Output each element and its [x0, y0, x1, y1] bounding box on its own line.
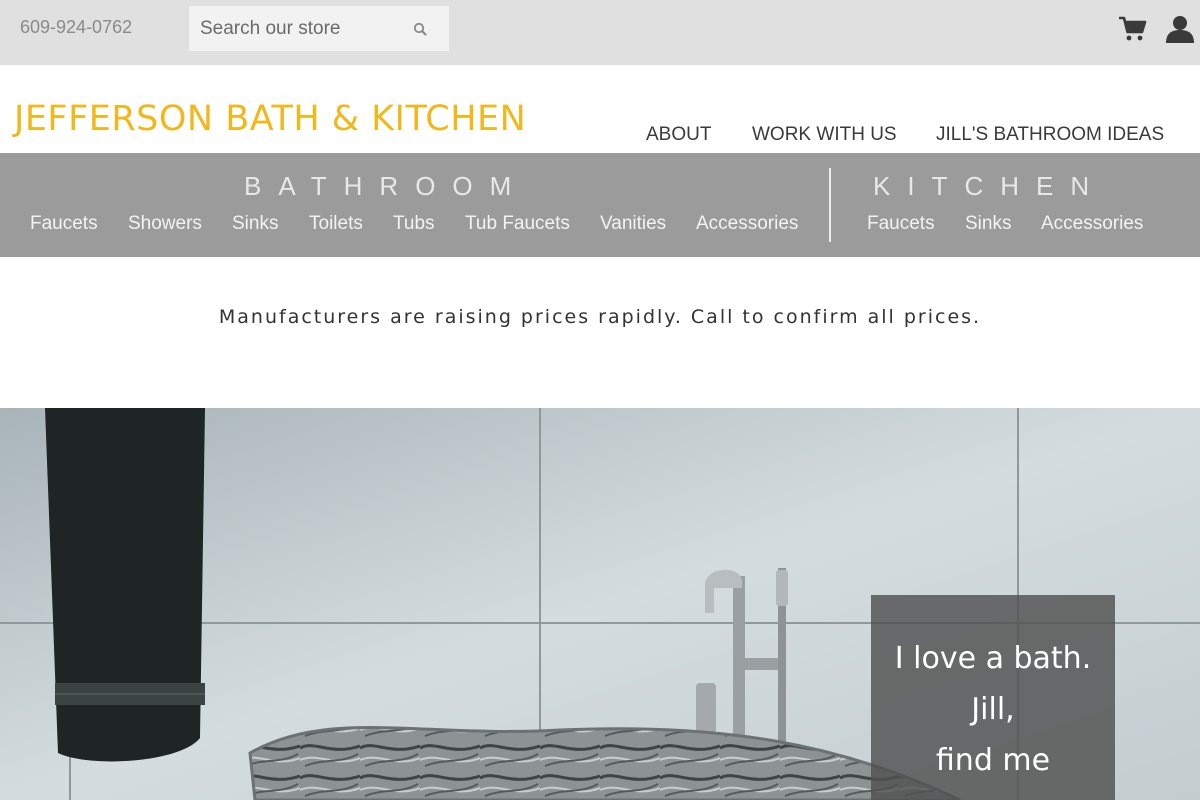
hero-banner[interactable]: I love a bath. Jill, find me: [0, 408, 1200, 800]
bathroom-link-accessories[interactable]: Accessories: [696, 213, 798, 235]
kitchen-link-accessories[interactable]: Accessories: [1041, 213, 1143, 235]
search-form: [189, 6, 449, 51]
bathroom-link-toilets[interactable]: Toilets: [309, 213, 363, 235]
hero-quote: I love a bath. Jill, find me: [871, 595, 1115, 800]
category-nav: BATHROOM Faucets Showers Sinks Toilets T…: [0, 153, 1200, 257]
phone-number[interactable]: 609-924-0762: [20, 17, 132, 38]
bathroom-heading[interactable]: BATHROOM: [244, 171, 528, 202]
kitchen-link-faucets[interactable]: Faucets: [867, 213, 935, 235]
bathroom-link-sinks[interactable]: Sinks: [232, 213, 278, 235]
nav-work-with-us[interactable]: WORK WITH US: [752, 124, 897, 146]
account-icon[interactable]: [1164, 13, 1196, 45]
search-icon[interactable]: [411, 20, 431, 40]
nav-jills-bathroom-ideas[interactable]: JILL'S BATHROOM IDEAS: [936, 124, 1164, 146]
hero-quote-line-1: I love a bath.: [894, 641, 1092, 676]
price-announcement: Manufacturers are raising prices rapidly…: [218, 306, 982, 328]
top-utility-bar: 609-924-0762: [0, 0, 1200, 65]
nav-about[interactable]: ABOUT: [646, 124, 711, 146]
bathroom-link-tubs[interactable]: Tubs: [393, 213, 435, 235]
kitchen-link-sinks[interactable]: Sinks: [965, 213, 1011, 235]
bathroom-link-showers[interactable]: Showers: [128, 213, 202, 235]
brand-logo[interactable]: JEFFERSON BATH & KITCHEN: [14, 99, 526, 139]
kitchen-heading[interactable]: KITCHEN: [873, 171, 1106, 202]
category-divider: [829, 168, 831, 242]
hero-quote-line-3: find me: [935, 743, 1051, 778]
search-input[interactable]: [189, 6, 399, 51]
bathroom-link-faucets[interactable]: Faucets: [30, 213, 98, 235]
hero-quote-line-2: Jill,: [971, 692, 1015, 727]
bathroom-link-tub-faucets[interactable]: Tub Faucets: [465, 213, 570, 235]
bathroom-link-vanities[interactable]: Vanities: [600, 213, 666, 235]
cart-icon[interactable]: [1118, 15, 1148, 43]
